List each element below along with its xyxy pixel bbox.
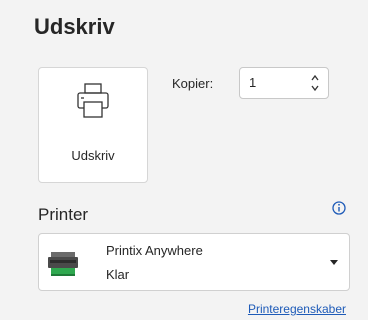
printer-heading: Printer	[38, 205, 89, 224]
printer-icon	[77, 83, 109, 118]
printer-name: Printix Anywhere	[106, 243, 203, 258]
print-button-label: Udskriv	[71, 148, 115, 163]
chevron-down-icon	[330, 260, 338, 265]
copies-stepper[interactable]: 1	[239, 67, 329, 99]
printer-dropdown[interactable]: Printix Anywhere Klar	[38, 233, 350, 291]
printer-device-icon	[48, 252, 78, 276]
print-button[interactable]: Udskriv	[38, 67, 148, 183]
info-icon[interactable]	[332, 201, 346, 215]
spinner-arrows-icon[interactable]	[310, 72, 320, 94]
section-title: Udskriv	[34, 14, 115, 39]
copies-value: 1	[249, 75, 257, 90]
copies-label: Kopier:	[172, 76, 214, 91]
printer-properties-link[interactable]: Printeregenskaber	[248, 302, 346, 316]
printer-status: Klar	[106, 267, 130, 282]
